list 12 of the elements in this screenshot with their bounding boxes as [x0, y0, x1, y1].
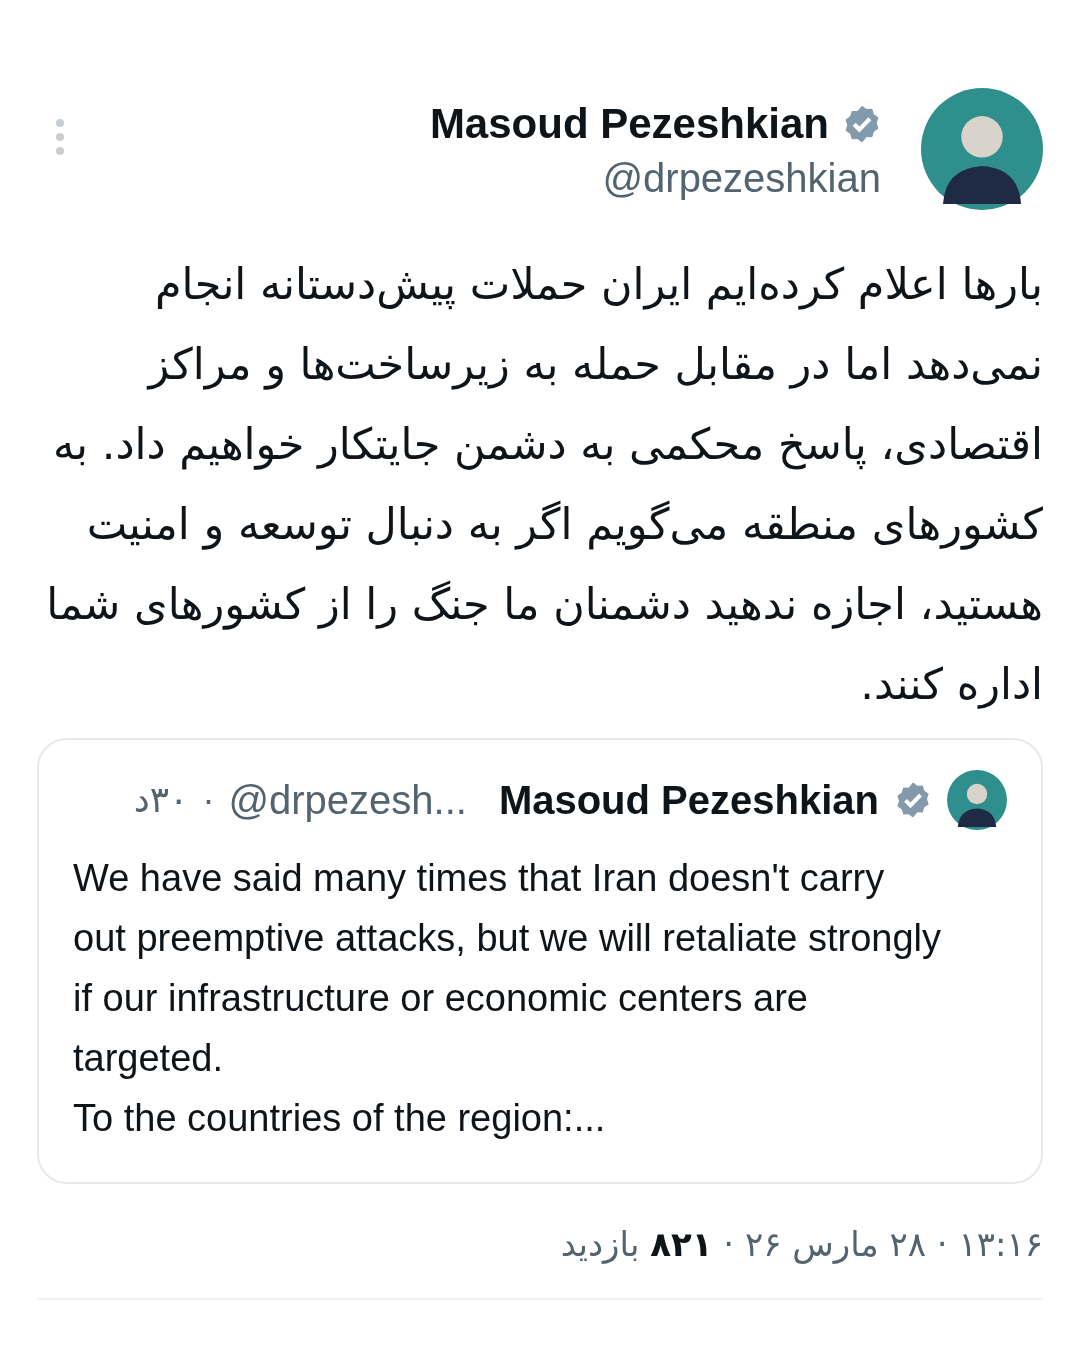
avatar: [947, 770, 1007, 830]
quoted-author-name: Masoud Pezeshkian: [498, 777, 879, 824]
author-name: Masoud Pezeshkian: [429, 99, 829, 149]
quoted-tweet-text: We have said many times that Iran doesn't carry out preemptive attacks, but we will retaliate strongly if our infrastructure or economic centers are targeted.: [73, 856, 943, 1081]
author-handle: @drpezeshkian: [602, 155, 881, 202]
separator-dot: ·: [202, 778, 215, 822]
tweet-text: بارها اعلام کرده‌ایم ایران حملات پیش‌دستانه انجام نمی‌دهد اما در مقابل حمله به زیرساخت‌ها و مراکز اقتصادی، پاسخ محکمی به دشمن جایتکار خواهیم داد. به کشورهای منطقه می‌گویم اگر به دنبال توسعه و امنیت هستید، اجازه ندهید دشمنان ما جنگ را از کشورهای شما اداره کنند.: [45, 258, 1043, 711]
quoted-tweet-time: ۳۰د: [133, 778, 189, 822]
quoted-tweet-text: To the countries of the region:...: [73, 1096, 607, 1141]
more-options-icon[interactable]: [55, 118, 65, 156]
quoted-author-handle: @drpezesh...: [228, 777, 467, 824]
tweet-timestamp: ۱۳:۱۶ · ۲۸ مارس ۲۶ · ۸۲۱ بازدید: [559, 1223, 1043, 1266]
